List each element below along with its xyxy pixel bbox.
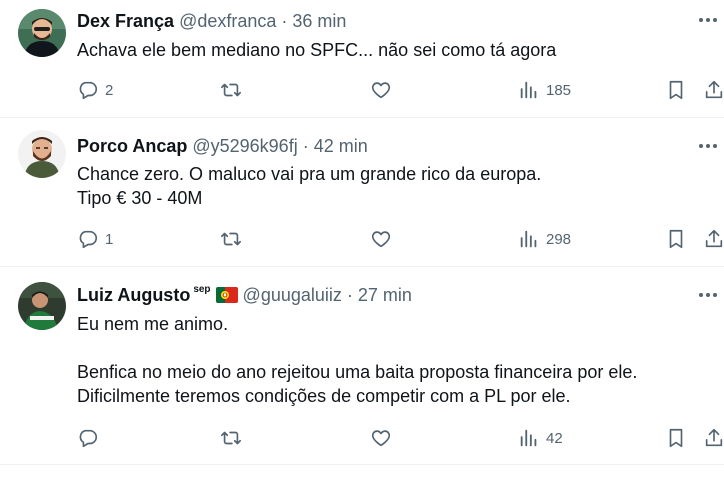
- separator-dot: ·: [302, 135, 309, 156]
- views-icon: [518, 228, 540, 250]
- user-handle[interactable]: @guugaluiiz: [243, 285, 342, 306]
- heart-icon: [370, 79, 392, 101]
- avatar[interactable]: [18, 130, 66, 178]
- action-bar: 42: [77, 426, 724, 450]
- bookmark-icon: [665, 228, 687, 250]
- retweet-button[interactable]: [220, 78, 242, 102]
- tweet-line: Achava ele bem mediano no SPFC... não se…: [77, 40, 557, 60]
- share-icon: [703, 228, 724, 250]
- tweet[interactable]: Luiz Augusto sep @guugaluiiz · 27 min Eu…: [0, 267, 724, 465]
- share-icon: [703, 427, 724, 449]
- like-button[interactable]: [370, 78, 392, 102]
- reply-count: 1: [105, 230, 114, 248]
- bookmark-icon: [665, 427, 687, 449]
- tweet-line: Eu nem me animo.: [77, 314, 229, 334]
- reply-icon: [77, 427, 99, 449]
- tweet-line: Benfica no meio do ano rejeitou uma bait…: [77, 362, 638, 382]
- share-button[interactable]: [703, 78, 724, 102]
- action-bar: 2 185: [77, 78, 724, 102]
- bookmark-icon: [665, 79, 687, 101]
- share-icon: [703, 79, 724, 101]
- bookmark-button[interactable]: [665, 227, 687, 251]
- views-count: 298: [546, 230, 572, 248]
- user-handle[interactable]: @dexfranca: [179, 11, 276, 32]
- reply-icon: [77, 228, 99, 250]
- tweet-text: Eu nem me animo. Benfica no meio do ano …: [77, 312, 697, 408]
- timestamp[interactable]: 36 min: [292, 11, 346, 32]
- timestamp[interactable]: 27 min: [358, 285, 412, 306]
- views-count: 42: [546, 429, 563, 447]
- reply-icon: [77, 79, 99, 101]
- avatar[interactable]: [18, 282, 66, 330]
- portugal-flag-icon: [215, 287, 238, 303]
- views-icon: [518, 427, 540, 449]
- heart-icon: [370, 427, 392, 449]
- more-icon[interactable]: [696, 136, 720, 156]
- bookmark-button[interactable]: [665, 426, 687, 450]
- tweet-text: Chance zero. O maluco vai pra um grande …: [77, 162, 697, 210]
- retweet-button[interactable]: [220, 227, 242, 251]
- tweet[interactable]: Dex França @dexfranca · 36 min Achava el…: [0, 0, 724, 118]
- more-icon[interactable]: [696, 285, 720, 305]
- share-button[interactable]: [703, 227, 724, 251]
- action-bar: 1 298: [77, 227, 724, 251]
- views-button[interactable]: 298: [518, 227, 571, 251]
- user-handle[interactable]: @y5296k96fj: [192, 136, 297, 157]
- avatar[interactable]: [18, 9, 66, 57]
- separator-dot: ·: [346, 284, 353, 305]
- like-button[interactable]: [370, 227, 392, 251]
- share-button[interactable]: [703, 426, 724, 450]
- retweet-icon: [220, 79, 242, 101]
- tweet-line: Dificilmente teremos condições de compet…: [77, 386, 571, 406]
- retweet-icon: [220, 228, 242, 250]
- reply-button[interactable]: 2: [77, 78, 113, 102]
- like-button[interactable]: [370, 426, 392, 450]
- separator-dot: ·: [281, 10, 288, 31]
- views-icon: [518, 79, 540, 101]
- tweet-line: Tipo € 30 - 40M: [77, 188, 203, 208]
- views-button[interactable]: 42: [518, 426, 563, 450]
- retweet-icon: [220, 427, 242, 449]
- views-button[interactable]: 185: [518, 78, 571, 102]
- timestamp[interactable]: 42 min: [314, 136, 368, 157]
- retweet-button[interactable]: [220, 426, 242, 450]
- bookmark-button[interactable]: [665, 78, 687, 102]
- tweet-line: [77, 336, 697, 360]
- heart-icon: [370, 228, 392, 250]
- reply-button[interactable]: 1: [77, 227, 113, 251]
- display-name[interactable]: Dex França: [77, 11, 174, 32]
- name-badge: sep: [193, 283, 211, 295]
- more-icon[interactable]: [696, 10, 720, 30]
- views-count: 185: [546, 81, 572, 99]
- tweet[interactable]: Porco Ancap @y5296k96fj · 42 min Chance …: [0, 118, 724, 267]
- display-name[interactable]: Luiz Augusto: [77, 285, 190, 306]
- display-name[interactable]: Porco Ancap: [77, 136, 187, 157]
- tweet-text: Achava ele bem mediano no SPFC... não se…: [77, 38, 697, 62]
- reply-count: 2: [105, 81, 114, 99]
- tweet-line: Chance zero. O maluco vai pra um grande …: [77, 164, 542, 184]
- reply-button[interactable]: [77, 426, 105, 450]
